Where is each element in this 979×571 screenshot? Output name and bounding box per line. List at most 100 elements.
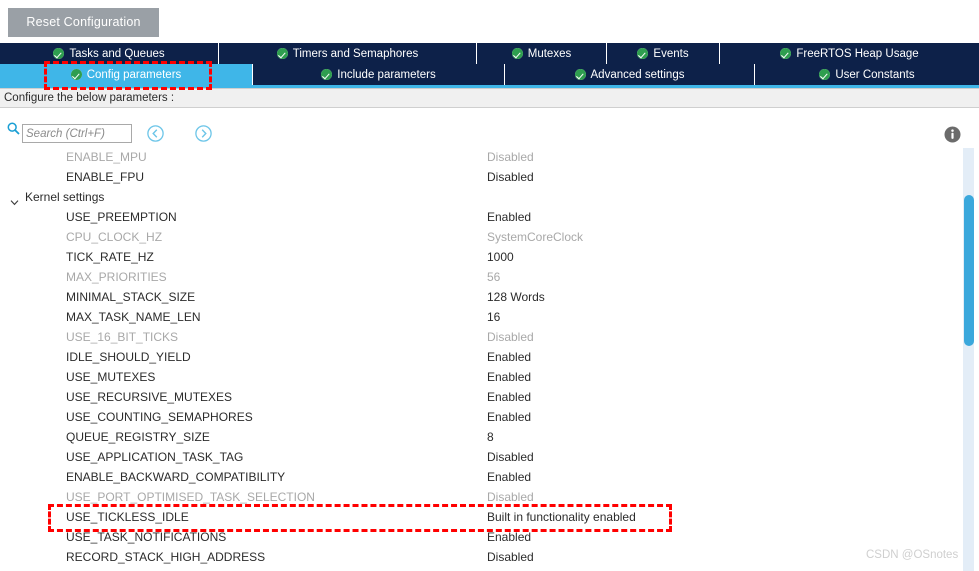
parameter-name: MAX_PRIORITIES: [66, 270, 167, 284]
tab-bar-primary: Tasks and Queues Timers and Semaphores Mut…: [0, 43, 979, 64]
nav-forward-icon[interactable]: [195, 125, 212, 142]
parameter-name: USE_TICKLESS_IDLE: [66, 510, 189, 524]
parameter-value[interactable]: Disabled: [487, 487, 534, 507]
vertical-scrollbar-thumb[interactable]: [964, 195, 974, 346]
parameter-value[interactable]: Enabled: [487, 407, 531, 427]
right-gutter: [974, 110, 979, 571]
tab-tasks-and-queues[interactable]: Tasks and Queues: [0, 43, 219, 64]
parameter-row[interactable]: ENABLE_MPU Disabled: [0, 147, 962, 167]
tab-label: FreeRTOS Heap Usage: [796, 47, 919, 60]
parameter-row[interactable]: ENABLE_BACKWARD_COMPATIBILITY Enabled: [0, 467, 962, 487]
check-circle-icon: [70, 69, 82, 80]
parameter-name: ENABLE_MPU: [66, 150, 147, 164]
parameter-value[interactable]: Enabled: [487, 387, 531, 407]
parameter-value[interactable]: Disabled: [487, 447, 534, 467]
toolbar: Reset Configuration: [0, 0, 979, 43]
parameter-value[interactable]: SystemCoreClock: [487, 227, 583, 247]
parameter-row[interactable]: MAX_PRIORITIES 56: [0, 267, 962, 287]
parameter-row[interactable]: USE_TICKLESS_IDLE Built in functionality …: [0, 507, 962, 527]
section-caption: Configure the below parameters :: [0, 88, 979, 108]
search-icon: [7, 122, 20, 135]
parameter-value[interactable]: Enabled: [487, 367, 531, 387]
parameter-row[interactable]: TICK_RATE_HZ 1000: [0, 247, 962, 267]
parameter-row[interactable]: USE_COUNTING_SEMAPHORES Enabled: [0, 407, 962, 427]
parameter-row[interactable]: MINIMAL_STACK_SIZE 128 Words: [0, 287, 962, 307]
parameter-name: USE_PORT_OPTIMISED_TASK_SELECTION: [66, 490, 315, 504]
parameter-row[interactable]: RECORD_STACK_HIGH_ADDRESS Disabled: [0, 547, 962, 567]
parameter-value[interactable]: Disabled: [487, 167, 534, 187]
parameter-row[interactable]: USE_PREEMPTION Enabled: [0, 207, 962, 227]
parameter-row[interactable]: ENABLE_FPU Disabled: [0, 167, 962, 187]
parameter-name: USE_COUNTING_SEMAPHORES: [66, 410, 253, 424]
parameter-row[interactable]: USE_16_BIT_TICKS Disabled: [0, 327, 962, 347]
parameter-name: USE_PREEMPTION: [66, 210, 177, 224]
tab-label: User Constants: [835, 68, 915, 81]
tab-label: Advanced settings: [590, 68, 685, 81]
parameter-row[interactable]: USE_TASK_NOTIFICATIONS Enabled: [0, 527, 962, 547]
parameter-row[interactable]: USE_APPLICATION_TASK_TAG Disabled: [0, 447, 962, 467]
parameter-name: QUEUE_REGISTRY_SIZE: [66, 430, 210, 444]
parameter-name: MAX_TASK_NAME_LEN: [66, 310, 201, 324]
parameter-name: ENABLE_FPU: [66, 170, 145, 184]
check-circle-icon: [637, 48, 649, 59]
parameter-value[interactable]: Enabled: [487, 347, 531, 367]
parameter-name: CPU_CLOCK_HZ: [66, 230, 163, 244]
search-input[interactable]: [22, 124, 132, 143]
parameter-row[interactable]: QUEUE_REGISTRY_SIZE 8: [0, 427, 962, 447]
check-circle-icon: [574, 69, 586, 80]
info-icon[interactable]: [944, 126, 961, 143]
parameter-row[interactable]: CPU_CLOCK_HZ SystemCoreClock: [0, 227, 962, 247]
tab-label: Timers and Semaphores: [292, 47, 419, 60]
parameter-name: USE_TASK_NOTIFICATIONS: [66, 530, 227, 544]
parameter-group-header[interactable]: Kernel settings: [0, 187, 962, 207]
tab-user-constants[interactable]: User Constants: [755, 64, 979, 85]
tab-label: Tasks and Queues: [69, 47, 165, 60]
parameter-name: TICK_RATE_HZ: [66, 250, 154, 264]
check-circle-icon: [321, 69, 333, 80]
parameter-value[interactable]: Enabled: [487, 207, 531, 227]
check-circle-icon: [511, 48, 523, 59]
parameter-name: RECORD_STACK_HIGH_ADDRESS: [66, 550, 266, 564]
parameter-name: USE_16_BIT_TICKS: [66, 330, 179, 344]
parameter-value[interactable]: 1000: [487, 247, 514, 267]
parameter-row[interactable]: MAX_TASK_NAME_LEN 16: [0, 307, 962, 327]
parameter-value[interactable]: 16: [487, 307, 500, 327]
parameter-row[interactable]: USE_PORT_OPTIMISED_TASK_SELECTION Disable…: [0, 487, 962, 507]
parameter-row[interactable]: IDLE_SHOULD_YIELD Enabled: [0, 347, 962, 367]
tab-timers-and-semaphores[interactable]: Timers and Semaphores: [219, 43, 477, 64]
parameter-value[interactable]: 56: [487, 267, 500, 287]
tab-bar-secondary: Config parameters Include parameters Advan…: [0, 64, 979, 85]
tab-label: Config parameters: [86, 68, 182, 81]
parameter-name: IDLE_SHOULD_YIELD: [66, 350, 191, 364]
parameter-row[interactable]: USE_MUTEXES Enabled: [0, 367, 962, 387]
tab-label: Include parameters: [337, 68, 436, 81]
tab-label: Events: [653, 47, 689, 60]
tab-include-parameters[interactable]: Include parameters: [253, 64, 505, 85]
parameter-list[interactable]: ENABLE_MPU Disabled ENABLE_FPU Disabled Kern…: [0, 147, 962, 571]
tab-events[interactable]: Events: [607, 43, 720, 64]
parameter-value[interactable]: Disabled: [487, 327, 534, 347]
parameter-value[interactable]: 128 Words: [487, 287, 545, 307]
parameter-name: USE_APPLICATION_TASK_TAG: [66, 450, 244, 464]
freertos-config-panel: Reset Configuration Tasks and Queues Time…: [0, 0, 979, 571]
parameter-name: MINIMAL_STACK_SIZE: [66, 290, 196, 304]
tab-config-parameters[interactable]: Config parameters: [0, 64, 253, 85]
parameter-name: USE_MUTEXES: [66, 370, 156, 384]
parameter-value[interactable]: Disabled: [487, 147, 534, 167]
parameter-row[interactable]: USE_RECURSIVE_MUTEXES Enabled: [0, 387, 962, 407]
check-circle-icon: [276, 48, 288, 59]
tab-label: Mutexes: [527, 47, 572, 60]
parameter-value[interactable]: 8: [487, 427, 494, 447]
chevron-down-icon[interactable]: [10, 193, 19, 206]
parameter-value[interactable]: Enabled: [487, 527, 531, 547]
parameter-value[interactable]: Disabled: [487, 547, 534, 567]
parameter-value[interactable]: Enabled: [487, 467, 531, 487]
parameter-value[interactable]: Built in functionality enabled: [487, 507, 636, 527]
tab-mutexes[interactable]: Mutexes: [477, 43, 607, 64]
tab-freertos-heap-usage[interactable]: FreeRTOS Heap Usage: [720, 43, 979, 64]
reset-configuration-button[interactable]: Reset Configuration: [8, 8, 159, 37]
tab-advanced-settings[interactable]: Advanced settings: [505, 64, 755, 85]
check-circle-icon: [819, 69, 831, 80]
parameter-name: ENABLE_BACKWARD_COMPATIBILITY: [66, 470, 286, 484]
nav-back-icon[interactable]: [147, 125, 164, 142]
